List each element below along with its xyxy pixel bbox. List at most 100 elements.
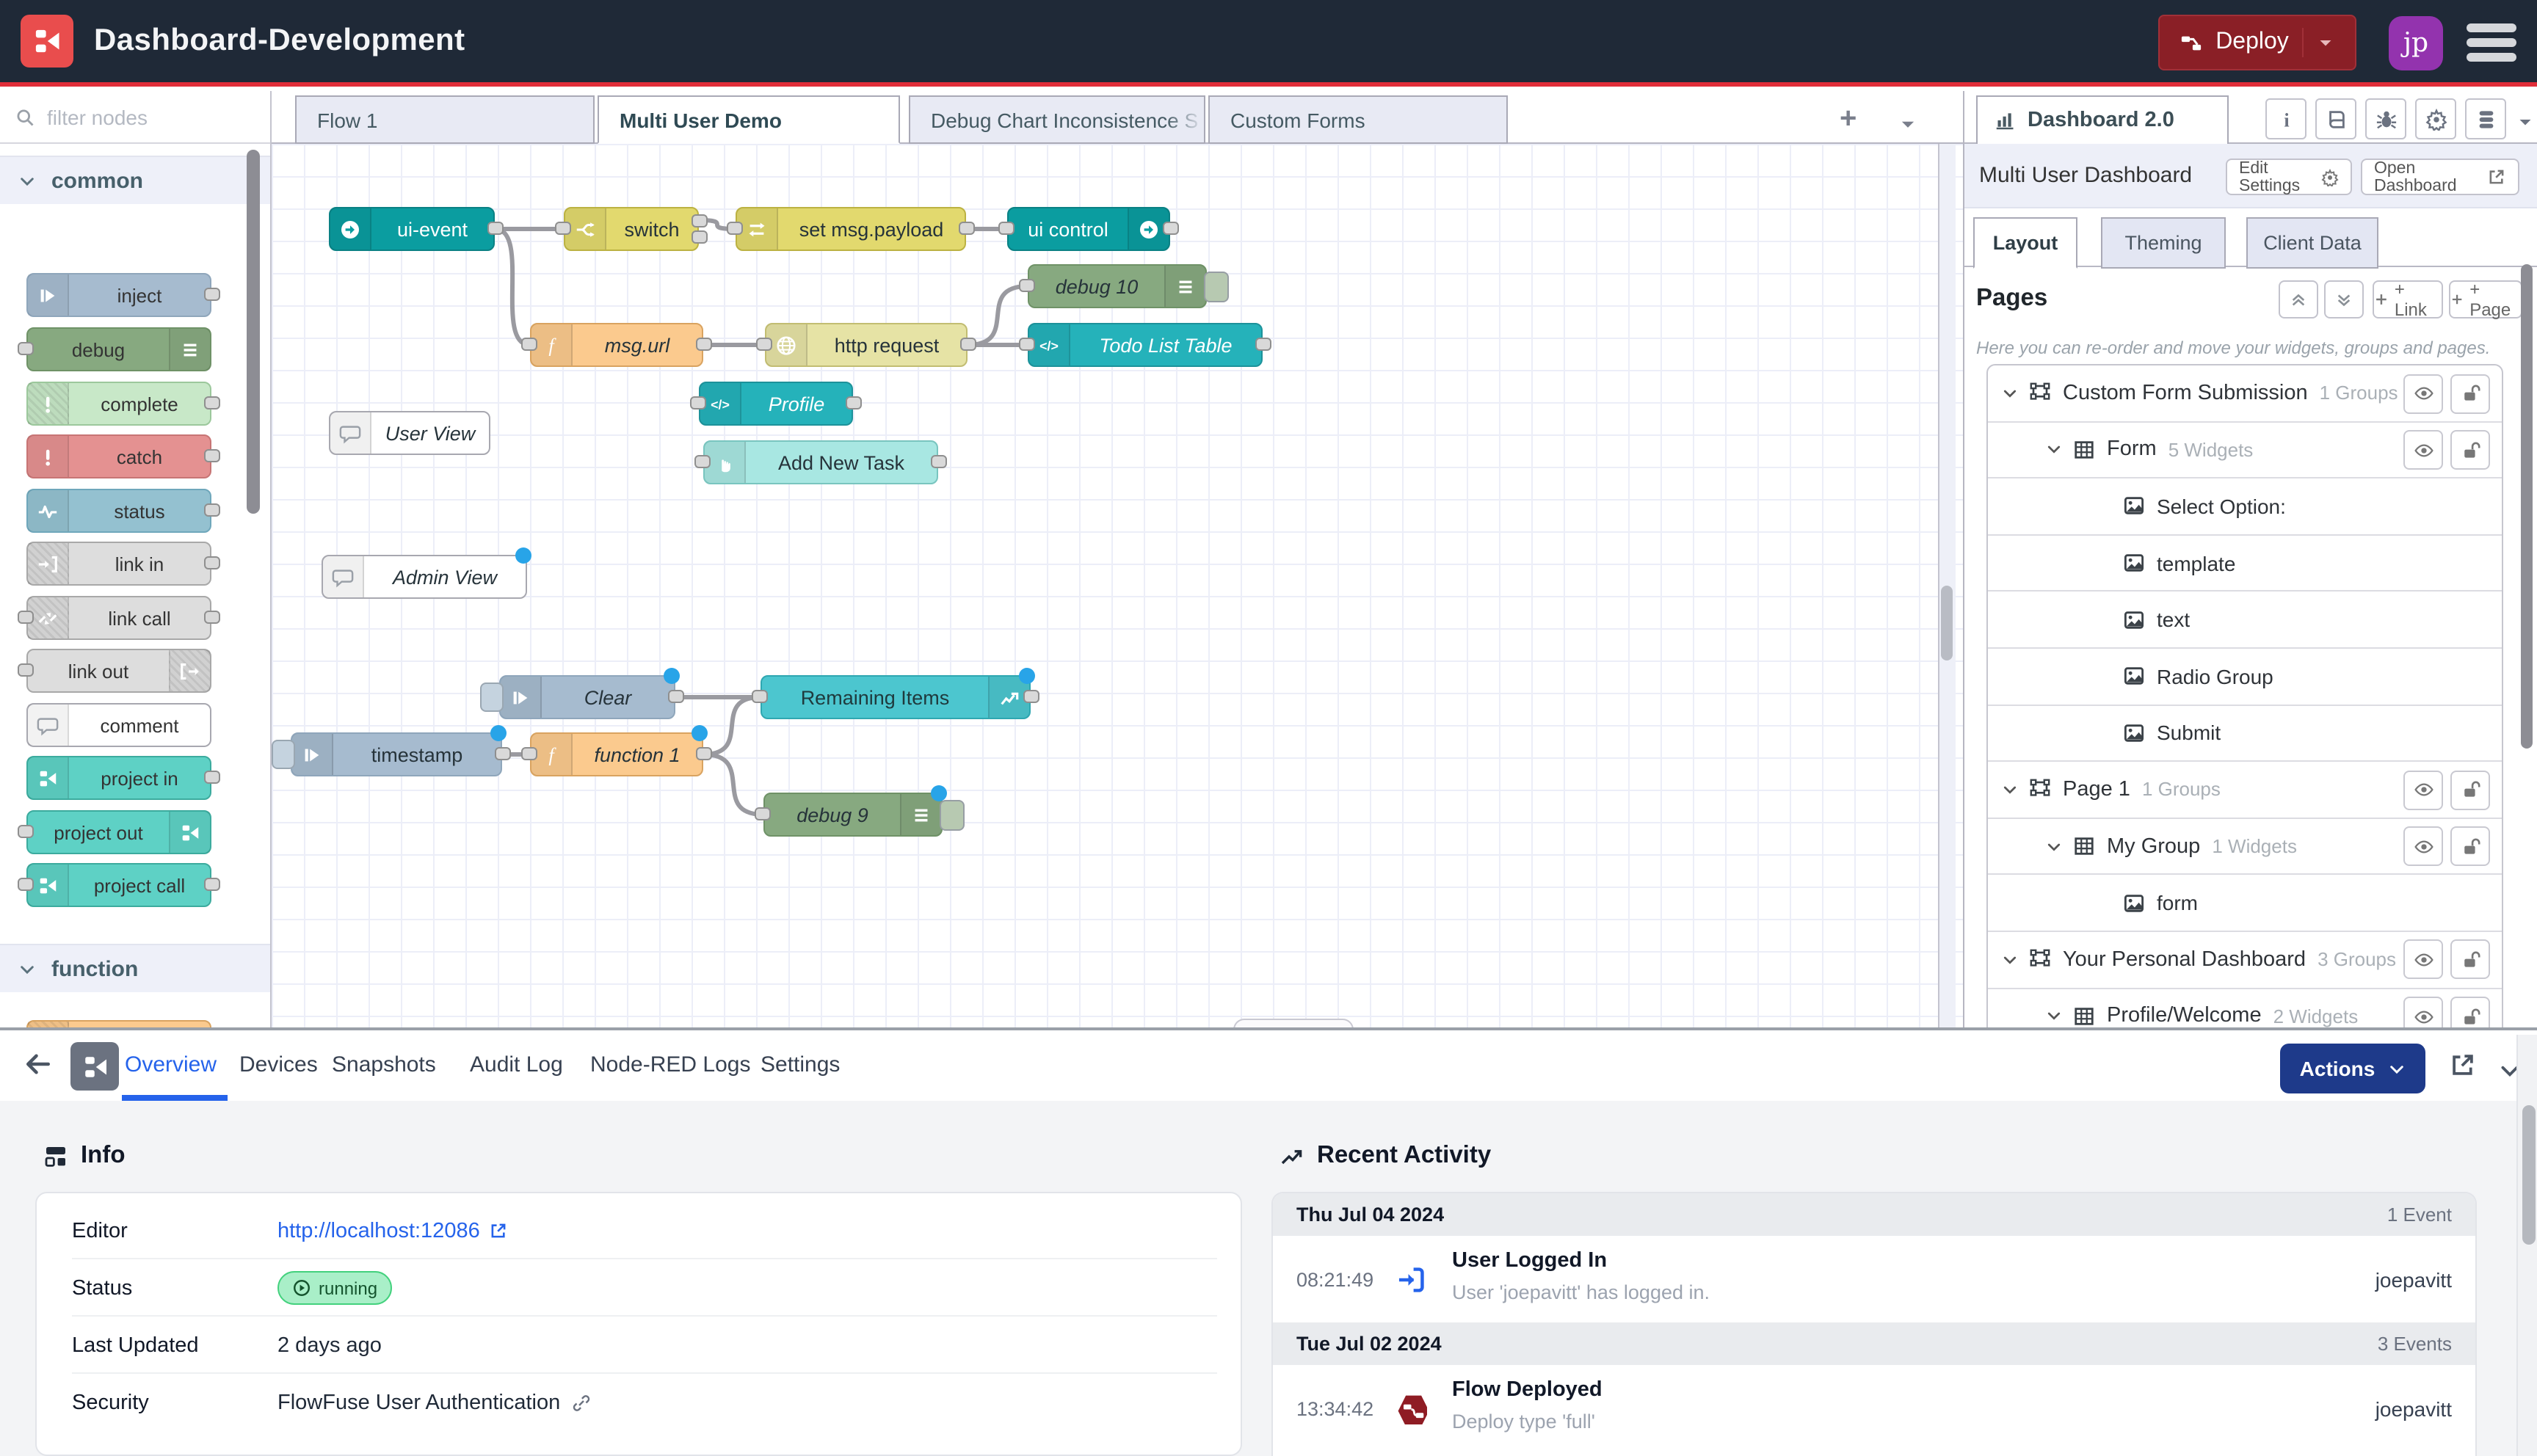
canvas-node-profile[interactable]: </>Profile xyxy=(699,382,853,426)
palette-node-inject[interactable]: inject xyxy=(26,273,211,317)
palette-node-link-call[interactable]: link call xyxy=(26,596,211,640)
tree-row-widget[interactable]: Submit xyxy=(1988,705,2502,762)
palette-node-project-call[interactable]: project call xyxy=(26,863,211,907)
main-menu-icon[interactable] xyxy=(2467,23,2516,62)
panel-tab-overview[interactable]: Overview xyxy=(125,1030,217,1098)
chevron-down-icon[interactable] xyxy=(2000,385,2020,402)
canvas-node-function1[interactable]: ffunction 1 xyxy=(530,732,703,776)
deploy-caret-icon[interactable] xyxy=(2302,28,2334,57)
sidebar-tab-layout[interactable]: Layout xyxy=(1973,217,2077,269)
flowfuse-gray-logo-icon[interactable] xyxy=(70,1042,119,1091)
palette-node-catch[interactable]: catch xyxy=(26,434,211,478)
sidebar-scrollbar[interactable] xyxy=(2521,264,2533,749)
deploy-button[interactable]: Deploy xyxy=(2158,15,2356,70)
add-page-button[interactable]: + Page xyxy=(2449,280,2522,318)
unlock-button[interactable] xyxy=(2450,770,2490,809)
palette-category-function[interactable]: function xyxy=(0,944,270,992)
info-tab-icon[interactable]: i xyxy=(2265,98,2306,139)
tree-row-group[interactable]: Form5 Widgets xyxy=(1988,422,2502,478)
canvas-node-todo[interactable]: </>Todo List Table xyxy=(1028,323,1263,367)
canvas-node-debug9[interactable]: debug 9 xyxy=(763,793,943,837)
palette-node-comment[interactable]: comment xyxy=(26,703,211,747)
inject-button[interactable] xyxy=(272,740,295,769)
palette-node-project-out[interactable]: project out xyxy=(26,810,211,854)
inject-button[interactable] xyxy=(480,682,504,712)
flowfuse-logo-icon[interactable] xyxy=(21,15,73,68)
panel-tab-snapshots[interactable]: Snapshots xyxy=(332,1030,436,1098)
visibility-eye-button[interactable] xyxy=(2403,827,2443,867)
tree-row-widget[interactable]: Select Option: xyxy=(1988,478,2502,535)
flow-canvas[interactable]: ui-eventswitchset msg.payloadui controld… xyxy=(272,144,1963,1030)
panel-tab-devices[interactable]: Devices xyxy=(239,1030,318,1098)
sidebar-tab-client-data[interactable]: Client Data xyxy=(2246,217,2378,269)
unlock-button[interactable] xyxy=(2450,430,2490,470)
panel-tab-audit-log[interactable]: Audit Log xyxy=(470,1030,563,1098)
tree-row-page[interactable]: Page 11 Groups xyxy=(1988,762,2502,818)
back-arrow-icon[interactable] xyxy=(23,1049,53,1079)
palette-search[interactable]: filter nodes xyxy=(0,91,270,144)
palette-scrollbar[interactable] xyxy=(247,150,260,514)
move-up-button[interactable] xyxy=(2279,280,2318,318)
tree-row-widget[interactable]: form xyxy=(1988,876,2502,932)
palette-node-status[interactable]: status xyxy=(26,489,211,533)
chevron-down-icon[interactable] xyxy=(2044,441,2064,459)
palette-node-link-out[interactable]: link out xyxy=(26,649,211,693)
page-scrollbar[interactable] xyxy=(2522,1105,2535,1245)
canvas-node-addnewtask[interactable]: Add New Task xyxy=(703,440,938,484)
palette-node-project-in[interactable]: project in xyxy=(26,756,211,800)
debug-toggle-button[interactable] xyxy=(940,799,965,830)
tree-row-widget[interactable]: template xyxy=(1988,536,2502,592)
canvas-node-uicontrol[interactable]: ui control xyxy=(1007,207,1170,251)
debug-bug-icon[interactable] xyxy=(2365,98,2406,139)
tree-row-page[interactable]: Your Personal Dashboard3 Groups xyxy=(1988,932,2502,989)
editor-link[interactable]: http://localhost:12086 xyxy=(277,1219,508,1242)
visibility-eye-button[interactable] xyxy=(2403,430,2443,470)
tree-row-widget[interactable]: text xyxy=(1988,592,2502,649)
canvas-node-switch[interactable]: switch xyxy=(564,207,699,251)
activity-event-row[interactable]: 13:34:42 Flow Deployed Deploy type 'full… xyxy=(1273,1365,2475,1452)
palette-node-link-in[interactable]: link in xyxy=(26,542,211,586)
visibility-eye-button[interactable] xyxy=(2403,940,2443,980)
canvas-node-adminview[interactable]: Admin View xyxy=(322,555,527,599)
sidebar-tab-theming[interactable]: Theming xyxy=(2101,217,2226,269)
tree-row-group[interactable]: My Group1 Widgets xyxy=(1988,819,2502,876)
canvas-node-clear[interactable]: Clear xyxy=(499,675,675,719)
sidebar-caret-icon[interactable] xyxy=(2516,113,2534,131)
palette-node-complete[interactable]: complete xyxy=(26,382,211,426)
canvas-node-userview[interactable]: User View xyxy=(329,411,490,455)
unlock-button[interactable] xyxy=(2450,827,2490,867)
chevron-down-icon[interactable] xyxy=(2000,950,2020,968)
unlock-button[interactable] xyxy=(2450,374,2490,413)
canvas-node-msgurl[interactable]: fmsg.url xyxy=(530,323,703,367)
canvas-node-http[interactable]: http request xyxy=(765,323,968,367)
flow-tab-2[interactable]: Multi User Demo xyxy=(598,95,900,144)
flow-list-caret-icon[interactable] xyxy=(1898,114,1917,134)
add-link-button[interactable]: + Link xyxy=(2373,280,2443,318)
chevron-down-icon[interactable] xyxy=(2044,837,2064,855)
edit-settings-button[interactable]: Edit Settings xyxy=(2226,159,2352,195)
panel-tab-node-red-logs[interactable]: Node-RED Logs xyxy=(590,1030,750,1098)
visibility-eye-button[interactable] xyxy=(2403,770,2443,809)
canvas-scrollbar[interactable] xyxy=(1941,586,1953,660)
canvas-node-ui-event[interactable]: ui-event xyxy=(329,207,495,251)
chevron-down-icon[interactable] xyxy=(2000,781,2020,798)
tree-row-page[interactable]: Custom Form Submission1 Groups xyxy=(1988,365,2502,422)
open-dashboard-button[interactable]: Open Dashboard xyxy=(2361,159,2519,195)
tree-row-widget[interactable]: Radio Group xyxy=(1988,649,2502,705)
canvas-node-debug10[interactable]: debug 10 xyxy=(1028,264,1207,308)
panel-tab-settings[interactable]: Settings xyxy=(761,1030,840,1098)
palette-category-common[interactable]: common xyxy=(0,156,270,204)
canvas-node-remaining[interactable]: Remaining Items xyxy=(761,675,1031,719)
help-book-icon[interactable] xyxy=(2315,98,2356,139)
palette-node-debug[interactable]: debug xyxy=(26,327,211,371)
config-gear-icon[interactable] xyxy=(2415,98,2456,139)
popout-icon[interactable] xyxy=(2449,1051,2477,1079)
actions-button[interactable]: Actions xyxy=(2280,1044,2425,1093)
sidebar-tab-dashboard[interactable]: Dashboard 2.0 xyxy=(1976,95,2229,145)
canvas-node-timestamp[interactable]: timestamp xyxy=(291,732,502,776)
flow-tab-4[interactable]: Custom Forms xyxy=(1208,95,1508,144)
debug-toggle-button[interactable] xyxy=(1204,271,1229,302)
context-data-icon[interactable] xyxy=(2465,98,2506,139)
tree-row-group[interactable]: Profile/Welcome2 Widgets xyxy=(1988,989,2502,1033)
flow-tab-3[interactable]: Debug Chart Inconsistence S xyxy=(909,95,1205,144)
